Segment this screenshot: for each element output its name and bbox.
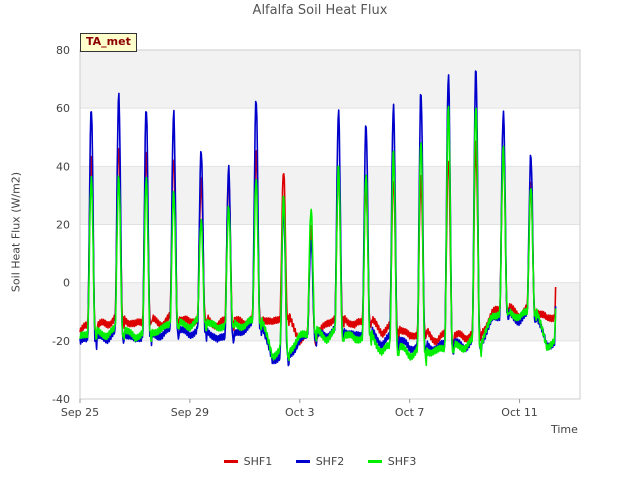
y-tick-label: -40: [52, 393, 70, 406]
x-axis-label: Time: [551, 423, 578, 436]
plot-band: [80, 340, 580, 399]
plot-band: [80, 50, 580, 109]
legend-swatch-shf2: [295, 460, 310, 463]
legend-swatch-shf1: [223, 460, 238, 463]
x-tick-label: Oct 7: [395, 406, 425, 419]
chart-canvas: -40 -20 0 20 40 60 80 Sep 25 Sep 29 Oct 3 Oct 7 Oc…: [52, 44, 581, 419]
legend-item-shf2: SHF2: [295, 455, 345, 468]
legend-item-shf3: SHF3: [367, 455, 417, 468]
y-tick-label: 80: [56, 44, 70, 57]
x-tick-label: Oct 11: [501, 406, 538, 419]
y-axis-ticks: -40 -20 0 20 40 60 80: [52, 44, 70, 406]
legend: SHF1 SHF2 SHF3: [0, 453, 640, 468]
x-tick-label: Sep 29: [171, 406, 209, 419]
legend-item-shf1: SHF1: [223, 455, 273, 468]
y-axis-label: Soil Heat Flux (W/m2): [9, 171, 23, 293]
y-tick-label: 40: [56, 160, 70, 173]
y-axis-label-wrap: Soil Heat Flux (W/m2): [9, 172, 23, 292]
y-tick-label: 60: [56, 102, 70, 115]
x-axis-ticks: Sep 25 Sep 29 Oct 3 Oct 7 Oct 11: [61, 399, 538, 419]
x-tick-label: Oct 3: [285, 406, 315, 419]
legend-label-shf3: SHF3: [387, 455, 417, 468]
legend-label-shf2: SHF2: [315, 455, 345, 468]
station-badge: TA_met: [80, 33, 137, 52]
y-tick-label: -20: [52, 335, 70, 348]
legend-swatch-shf3: [367, 460, 382, 463]
y-tick-label: 0: [63, 277, 70, 290]
x-tick-label: Sep 25: [61, 406, 99, 419]
y-tick-label: 20: [56, 219, 70, 232]
legend-label-shf1: SHF1: [243, 455, 273, 468]
